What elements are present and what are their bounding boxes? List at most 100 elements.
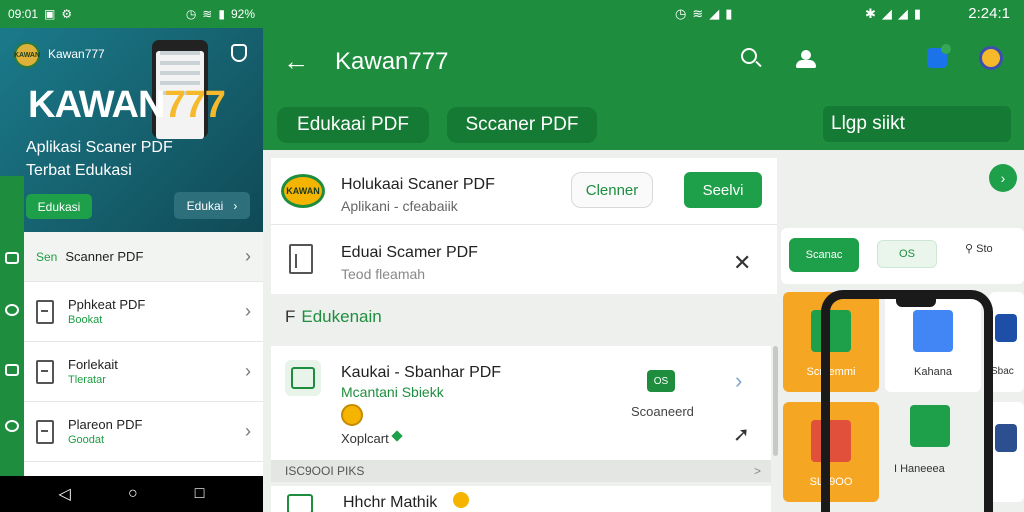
document-icon <box>287 494 313 512</box>
coin-icon <box>341 404 363 426</box>
badge-label: Scoaneerd <box>631 404 694 419</box>
chevron-right-icon: › <box>245 361 251 381</box>
document-icon <box>36 299 54 324</box>
clear-button[interactable]: Clenner <box>571 172 653 208</box>
education-button[interactable]: Edukasi <box>26 194 92 219</box>
card-subtitle: Aplikani - cfeabaiik <box>341 198 458 214</box>
card-title: Hhchr Mathik <box>343 494 438 511</box>
section-label: ISC9OOI PIKS > <box>271 460 771 482</box>
gallery-icon: ▣ <box>44 7 56 21</box>
row-title: Eduai Scamer PDF <box>341 244 478 261</box>
chip-row: Scanac OS ⚲ Sto <box>781 228 1024 284</box>
list-card[interactable]: Kaukai - Sbanhar PDF Mcantani Sbiekk Xop… <box>271 346 771 460</box>
settings-icon: ⚙ <box>61 7 73 21</box>
sheet-icon <box>910 405 950 447</box>
check-circle-icon[interactable]: › <box>989 164 1017 192</box>
doc-icon <box>995 314 1017 342</box>
app-tile[interactable] <box>989 402 1024 502</box>
chevron-right-icon[interactable]: > <box>754 460 761 482</box>
app-shortcut-icon[interactable] <box>927 44 951 68</box>
card-subtitle: Mcantani Sbiekk <box>341 384 444 400</box>
chevron-right-icon: › <box>245 246 251 266</box>
content-area: KAWAN Holukaai Scaner PDF Aplikani - cfe… <box>263 150 1024 512</box>
list-item[interactable]: Pphkeat PDF Bookat › <box>24 282 263 342</box>
app-title: Kawan777 <box>335 48 449 75</box>
battery-icon: ▮ <box>218 7 225 21</box>
left-phone-panel: 09:01 ▣ ⚙ ◷ ≋ ▮ 92% KAWAN Kawan777 KAWAN… <box>0 0 263 512</box>
search-icon[interactable] <box>741 48 757 64</box>
close-icon[interactable]: ✕ <box>733 250 751 276</box>
shield-icon[interactable] <box>231 44 247 62</box>
home-icon[interactable]: ○ <box>128 485 138 503</box>
doc-icon <box>995 424 1017 452</box>
alarm-icon: ◷ <box>185 7 197 21</box>
phone-notch <box>896 297 936 307</box>
list-item[interactable]: Plareon PDF Goodat › <box>24 402 263 462</box>
chevron-right-icon: › <box>245 421 251 441</box>
android-nav-bar: ◁ ○ □ <box>0 476 263 512</box>
right-preview-panel: Scanac OS ⚲ Sto Scmemmi Kahana Sbac SL..… <box>781 228 1024 512</box>
back-icon[interactable]: ◁ <box>59 484 71 504</box>
chip-os[interactable]: OS <box>877 240 937 268</box>
pdf-scan-icon <box>285 360 321 396</box>
status-time: 09:01 <box>8 7 39 21</box>
divider <box>271 224 777 225</box>
secondary-button[interactable]: Edukai › <box>174 192 250 219</box>
chevron-right-icon: › <box>233 198 238 213</box>
recents-icon[interactable]: □ <box>195 485 205 503</box>
wifi-icon: ≋ <box>202 7 213 21</box>
brand-logo: KAWAN <box>14 42 40 68</box>
status-time: 2:24:1 <box>968 5 1010 22</box>
status-battery: 92% <box>230 7 255 21</box>
menu-list: Sen Scanner PDF › Pphkeat PDF Bookat › Fo… <box>24 232 263 462</box>
back-arrow-icon[interactable]: ← <box>283 46 309 77</box>
box-icon[interactable] <box>5 364 19 376</box>
right-status-bar: ◷≋◢▮ ✱◢◢▮ 2:24:1 <box>263 0 1024 28</box>
screen: 09:01 ▣ ⚙ ◷ ≋ ▮ 92% KAWAN Kawan777 KAWAN… <box>0 0 1024 512</box>
list-item[interactable]: Sen Scanner PDF › <box>24 232 263 282</box>
tab-row: Edukaai PDF Sccaner PDF Llgp siikt <box>263 100 1024 150</box>
card-title: Holukaai Scaner PDF <box>341 176 495 193</box>
document-icon <box>36 359 54 384</box>
side-rail <box>0 176 24 476</box>
right-app-panel: ◷≋◢▮ ✱◢◢▮ 2:24:1 ← Kawan777 Edukaai PDF … <box>263 0 1024 512</box>
app-shortcut-icon[interactable] <box>979 46 1003 70</box>
account-icon[interactable] <box>795 50 817 68</box>
chevron-right-icon: › <box>245 301 251 321</box>
left-status-bar: 09:01 ▣ ⚙ ◷ ≋ ▮ 92% <box>0 0 263 28</box>
chip-scan[interactable]: Scanac <box>789 238 859 272</box>
list-item[interactable]: Forlekait Tleratar › <box>24 342 263 402</box>
hero-title: KAWAN777 <box>28 84 226 126</box>
scan-icon[interactable] <box>5 252 19 264</box>
diamond-icon <box>391 430 403 442</box>
hero-subtitle: Aplikasi Scaner PDF Terbat Edukasi <box>26 139 173 179</box>
share-arrow-icon[interactable]: ➚ <box>733 422 750 447</box>
coin-icon <box>453 492 469 508</box>
tab-scanner-pdf[interactable]: Sccaner PDF <box>447 107 597 143</box>
phone-frame: I Haneeea <box>821 290 993 512</box>
check-icon[interactable] <box>5 304 19 316</box>
hero-banner: KAWAN Kawan777 KAWAN777 Aplikasi Scaner … <box>0 28 263 232</box>
brand-logo: KAWAN <box>281 174 325 208</box>
card-title: Kaukai - Sbanhar PDF <box>341 364 502 381</box>
chip-search[interactable]: ⚲ Sto <box>965 242 993 255</box>
chevron-right-icon[interactable]: › <box>735 368 742 394</box>
search-field[interactable]: Llgp siikt <box>823 106 1011 142</box>
list-card[interactable]: Hhchr Mathik <box>271 486 771 512</box>
app-tile[interactable]: Sbac <box>989 292 1024 392</box>
section-header: F Edukenain <box>271 298 777 336</box>
app-bar: ← Kawan777 <box>263 28 1024 100</box>
card-footer: Xoplcart <box>341 431 389 446</box>
status-icons: ◷≋◢▮ <box>675 6 739 21</box>
status-icons: ✱◢◢▮ <box>865 6 928 21</box>
document-icon <box>289 244 313 274</box>
scanner-card: KAWAN Holukaai Scaner PDF Aplikani - cfe… <box>271 158 777 294</box>
scan-button[interactable]: Seelvi <box>684 172 762 208</box>
brand-name: Kawan777 <box>48 47 105 61</box>
os-badge: OS <box>647 370 675 392</box>
clock-icon[interactable] <box>5 420 19 432</box>
tab-edukasi-pdf[interactable]: Edukaai PDF <box>277 107 429 143</box>
scrollbar[interactable] <box>773 346 778 456</box>
row-subtitle: Teod fleamah <box>341 266 426 282</box>
document-icon <box>36 419 54 444</box>
